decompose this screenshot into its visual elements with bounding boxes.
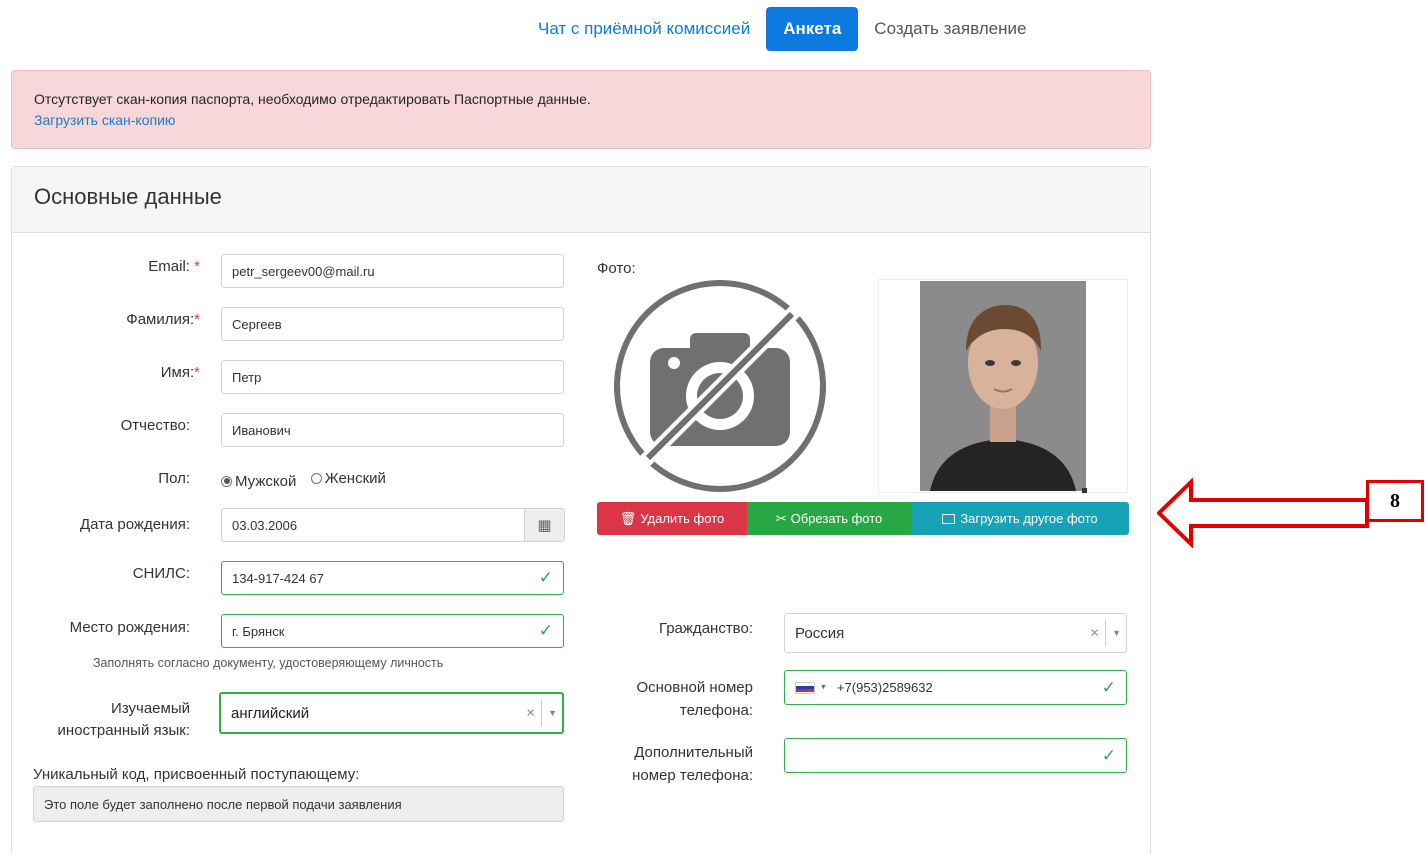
- snils-label: СНИЛС:: [132, 565, 190, 582]
- phone-main-label: Основной номер телефона:: [636, 679, 753, 719]
- crop-handle[interactable]: [1082, 488, 1087, 493]
- image-icon: [942, 513, 956, 524]
- language-label: Изучаемый иностранный язык:: [57, 700, 190, 739]
- birthdate-field[interactable]: 03.03.2006 ▦: [221, 508, 565, 542]
- card-title: Основные данные: [34, 184, 222, 209]
- gender-label: Пол:: [158, 470, 190, 487]
- gender-male-radio[interactable]: Мужской: [221, 473, 296, 490]
- alert-message: Отсутствует скан-копия паспорта, необход…: [34, 91, 591, 107]
- snils-field[interactable]: 134-917-424 67 ✓: [221, 561, 564, 595]
- citizenship-label: Гражданство:: [658, 620, 753, 637]
- delete-photo-button[interactable]: 🗑 Удалить фото: [597, 502, 747, 535]
- chevron-down-icon[interactable]: ▼: [1112, 628, 1121, 638]
- unique-code-field: Это поле будет заполнено после первой по…: [33, 786, 564, 822]
- nav-anketa-tab[interactable]: Анкета: [766, 7, 859, 51]
- phone-extra-field[interactable]: ✓: [784, 738, 1127, 773]
- clear-icon[interactable]: ×: [1090, 625, 1099, 642]
- check-icon: ✓: [538, 621, 553, 640]
- check-icon: ✓: [538, 568, 553, 587]
- check-icon: ✓: [1101, 677, 1116, 697]
- crop-photo-button[interactable]: ✂ Обрезать фото: [747, 502, 911, 535]
- name-field[interactable]: Петр: [221, 360, 564, 394]
- scissors-icon: ✂: [775, 510, 787, 526]
- clear-icon[interactable]: ×: [526, 705, 535, 722]
- trash-icon: 🗑: [619, 510, 637, 526]
- nav-chat-link[interactable]: Чат с приёмной комиссией: [538, 19, 750, 39]
- unique-code-label: Уникальный код, присвоенный поступающему…: [33, 766, 360, 783]
- no-photo-icon: [614, 280, 826, 492]
- upload-scan-link[interactable]: Загрузить скан-копию: [34, 112, 175, 128]
- patronymic-field[interactable]: Иванович: [221, 413, 564, 447]
- user-photo[interactable]: [920, 281, 1086, 491]
- upload-photo-button[interactable]: Загрузить другое фото: [911, 502, 1129, 535]
- top-nav: Чат с приёмной комиссией Анкета Создать …: [538, 5, 1026, 53]
- photo-label: Фото:: [597, 260, 636, 277]
- passport-alert: Отсутствует скан-копия паспорта, необход…: [11, 70, 1151, 149]
- russia-flag-icon[interactable]: [795, 681, 815, 694]
- email-field[interactable]: petr_sergeev00@mail.ru: [221, 254, 564, 288]
- birthplace-label: Место рождения:: [69, 619, 190, 636]
- calendar-icon[interactable]: ▦: [524, 509, 564, 541]
- annotation-arrow-icon: [1157, 478, 1369, 548]
- gender-radio-group: Мужской Женский: [221, 470, 396, 490]
- phone-extra-label: Дополнительный номер телефона:: [632, 744, 753, 784]
- annotation-number-badge: 8: [1366, 480, 1424, 522]
- patronymic-label: Отчество:: [120, 417, 190, 434]
- card-header: Основные данные: [12, 167, 1150, 233]
- surname-label: Фамилия:*: [126, 311, 200, 328]
- chevron-down-icon[interactable]: ▼: [548, 708, 557, 718]
- language-select[interactable]: английский × ▼: [219, 692, 564, 734]
- birthdate-label: Дата рождения:: [80, 516, 190, 533]
- birthplace-hint: Заполнять согласно документу, удостоверя…: [93, 656, 444, 670]
- citizenship-select[interactable]: Россия × ▼: [784, 613, 1127, 653]
- email-label: Email: *: [148, 258, 200, 275]
- gender-female-radio[interactable]: Женский: [310, 470, 386, 487]
- chevron-down-icon[interactable]: ▼: [820, 684, 827, 691]
- name-label: Имя:*: [160, 364, 200, 381]
- surname-field[interactable]: Сергеев: [221, 307, 564, 341]
- phone-main-field[interactable]: ▼ +7(953)2589632 ✓: [784, 670, 1127, 705]
- nav-create-application-link[interactable]: Создать заявление: [874, 19, 1026, 39]
- birthplace-field[interactable]: г. Брянск ✓: [221, 614, 564, 648]
- check-icon: ✓: [1101, 745, 1116, 765]
